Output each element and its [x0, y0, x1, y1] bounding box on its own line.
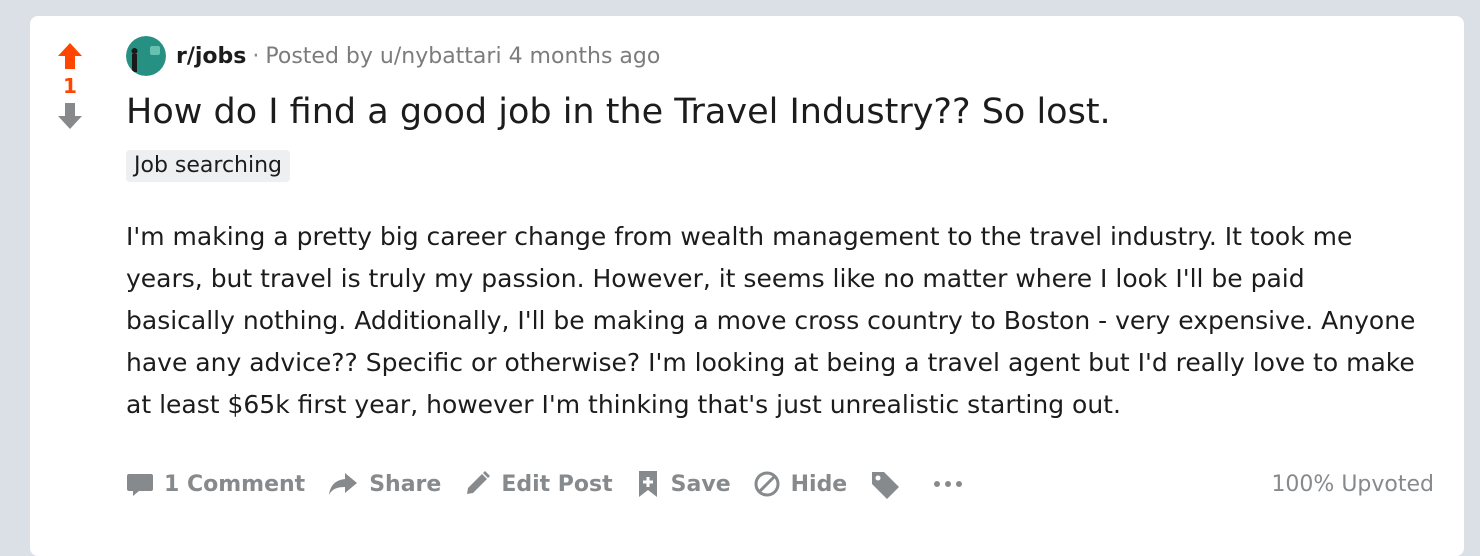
hide-label: Hide — [790, 471, 848, 497]
share-button[interactable]: Share — [327, 470, 441, 498]
subreddit-avatar[interactable] — [126, 36, 166, 76]
more-options-button[interactable] — [933, 480, 973, 488]
hide-button[interactable]: Hide — [753, 470, 848, 498]
post-card[interactable]: 1 r/jobs · Posted by u/nybattari 4 month… — [30, 16, 1464, 556]
posted-by-label: Posted by — [265, 43, 373, 69]
vote-score: 1 — [63, 74, 77, 98]
post-content: r/jobs · Posted by u/nybattari 4 months … — [126, 36, 1434, 426]
comment-icon — [127, 474, 153, 496]
bookmark-icon — [638, 471, 657, 497]
share-icon — [329, 473, 358, 495]
vote-column: 1 — [52, 40, 88, 132]
share-label: Share — [369, 471, 442, 497]
post-meta: r/jobs · Posted by u/nybattari 4 months … — [126, 36, 1434, 76]
post-actions-bar: 1 Comment Share Edit Post Save Hide 100%… — [126, 464, 1434, 504]
arrow-down-icon — [58, 103, 82, 129]
post-body-paragraph: I'm making a pretty big career change fr… — [126, 222, 1416, 419]
edit-post-button[interactable]: Edit Post — [463, 470, 613, 498]
tag-icon — [872, 472, 900, 499]
pencil-icon — [467, 471, 491, 494]
post-age[interactable]: 4 months ago — [509, 44, 661, 69]
comments-button[interactable]: 1 Comment — [126, 470, 305, 498]
downvote-button[interactable] — [52, 100, 88, 132]
comments-label: 1 Comment — [164, 471, 306, 497]
hide-icon — [754, 471, 780, 497]
upvote-ratio: 100% Upvoted — [1271, 471, 1434, 497]
post-title[interactable]: How do I find a good job in the Travel I… — [126, 88, 1434, 136]
save-label: Save — [670, 471, 731, 497]
subreddit-link[interactable]: r/jobs — [176, 44, 246, 69]
upvote-button[interactable] — [52, 40, 88, 72]
post-body: I'm making a pretty big career change fr… — [126, 216, 1416, 426]
save-button[interactable]: Save — [635, 469, 731, 499]
more-dots-icon — [934, 481, 963, 487]
username-link[interactable]: u/nybattari — [380, 44, 502, 69]
arrow-up-icon — [58, 43, 82, 69]
post-flair[interactable]: Job searching — [126, 150, 291, 182]
meta-separator: · — [252, 43, 260, 69]
tag-button[interactable] — [869, 469, 911, 499]
edit-post-label: Edit Post — [501, 471, 613, 497]
